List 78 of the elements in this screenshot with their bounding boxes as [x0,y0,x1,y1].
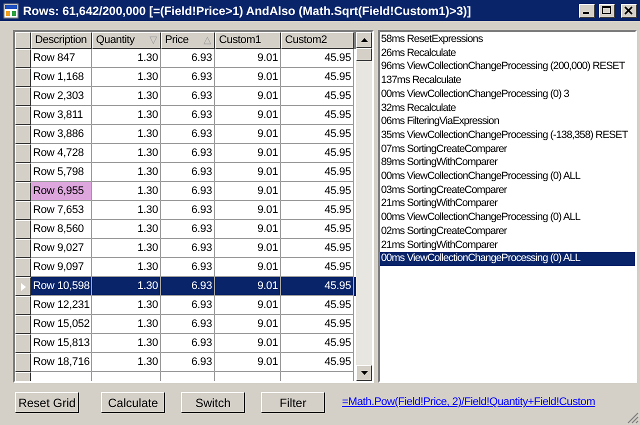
grid-row[interactable]: Row 3,886 1.30 6.93 9.01 45.95 [15,125,356,144]
action-button[interactable]: Reset Grid [15,392,79,413]
log-entry[interactable]: 58ms ResetExpressions [380,33,635,47]
row-header [15,182,31,201]
row-header [15,296,31,315]
resize-grip-icon[interactable] [627,412,639,424]
down-arrow-icon [360,371,368,375]
log-entry[interactable]: 00ms ViewCollectionChangeProcessing (0) ALL [380,170,635,184]
grid-row[interactable]: Row 847 1.30 6.93 9.01 45.95 [15,49,356,68]
grid-row[interactable]: Row 8,560 1.30 6.93 9.01 45.95 [15,220,356,239]
log-entry[interactable]: 26ms Recalculate [380,46,635,60]
column-header[interactable]: Custom2 [281,32,354,49]
log-entry[interactable]: 06ms FilteringViaExpression [380,115,635,129]
grid-row[interactable]: Row 3,811 1.30 6.93 9.01 45.95 [15,106,356,125]
app-icon [3,2,19,18]
row-header [15,201,31,220]
row-header [15,239,31,258]
grid-row[interactable]: Row 15,813 1.30 6.93 9.01 45.95 [15,334,356,353]
log-entry[interactable]: 00ms ViewCollectionChangeProcessing (0) 3 [380,88,635,102]
scrollbar[interactable] [356,32,372,381]
log-entry[interactable]: 03ms SortingCreateComparer [380,184,635,198]
table-cell: Row 6,955 [31,182,92,201]
current-row-icon [20,282,26,290]
grid-row[interactable]: Row 4,728 1.30 6.93 9.01 45.95 [15,144,356,163]
grid-row[interactable]: Row 9,097 1.30 6.93 9.01 45.95 [15,258,356,277]
close-button[interactable] [621,4,637,18]
minimize-button[interactable] [579,4,595,18]
up-arrow-icon [360,38,368,42]
log-entry[interactable]: 21ms SortingWithComparer [380,238,635,252]
column-header[interactable]: Price △ [161,32,215,49]
log-entry[interactable]: 89ms SortingWithComparer [380,156,635,170]
maximize-button[interactable] [599,4,615,18]
row-header-corner [15,32,31,49]
scroll-thumb[interactable] [356,48,372,61]
log-entry[interactable]: 02ms SortingCreateComparer [380,224,635,239]
row-header [15,68,31,87]
column-header[interactable]: Description [31,32,92,49]
maximize-icon [602,6,612,15]
log-entry[interactable]: 32ms Recalculate [380,102,635,116]
grid-row[interactable]: Row 15,052 1.30 6.93 9.01 45.95 [15,315,356,334]
log-entry[interactable]: 35ms ViewCollectionChangeProcessing (-138,358) RESET [380,128,635,143]
row-header [15,144,31,163]
row-header [15,334,31,353]
grid-row[interactable]: Row 9,027 1.30 6.93 9.01 45.95 [15,239,356,258]
row-header [15,220,31,239]
log-entry[interactable]: 137ms Recalculate [380,74,635,88]
grid-row[interactable]: Row 1,168 1.30 6.93 9.01 45.95 [15,68,356,87]
log-entry[interactable]: 96ms ViewCollectionChangeProcessing (200,000) RESET [380,60,635,74]
window-title: Rows: 61,642/200,000 [=(Field!Price>1) AndAlso (Math.Sqrt(Field!Custom1)>3)] [23,2,472,20]
grid-row[interactable]: Row 2,303 1.30 6.93 9.01 45.95 [15,87,356,106]
column-header[interactable]: Quantity ▽ [92,32,161,49]
row-header [15,49,31,68]
column-header[interactable]: Custom1 [215,32,281,49]
scroll-down-button[interactable] [356,365,372,381]
log-entry[interactable]: 00ms ViewCollectionChangeProcessing (0) ALL [380,252,635,266]
row-header [15,87,31,106]
action-button[interactable]: Filter [261,392,325,413]
row-header [15,315,31,334]
close-icon [624,6,634,15]
grid-row[interactable]: Row 6,955 1.30 6.93 9.01 45.95 [15,182,356,201]
grid-row[interactable]: Row 18,716 1.30 6.93 9.01 45.95 [15,353,356,372]
grid-row[interactable]: Row 10,598 1.30 6.93 9.01 45.95 [15,277,356,296]
row-header [15,106,31,125]
scroll-up-button[interactable] [356,32,372,48]
row-header [15,258,31,277]
sort-indicator: ▽ [149,34,157,48]
action-button[interactable]: Switch [181,392,245,413]
grid-row[interactable]: Row 7,653 1.30 6.93 9.01 45.95 [15,201,356,220]
sort-indicator: △ [203,34,211,48]
log-entry[interactable]: 21ms SortingWithComparer [380,197,635,212]
grid-row[interactable]: Row 5,798 1.30 6.93 9.01 45.95 [15,163,356,182]
expression-link[interactable]: =Math.Pow(Field!Price, 2)/Field!Quantity+Field!Custom [342,394,596,411]
row-header [15,163,31,182]
action-button[interactable]: Calculate [101,392,165,413]
log-entry[interactable]: 07ms SortingCreateComparer [380,142,635,156]
row-header [15,125,31,144]
grid-row[interactable]: Row 12,231 1.30 6.93 9.01 45.95 [15,296,356,315]
log-entry[interactable]: 00ms ViewCollectionChangeProcessing (0) ALL [380,211,635,225]
